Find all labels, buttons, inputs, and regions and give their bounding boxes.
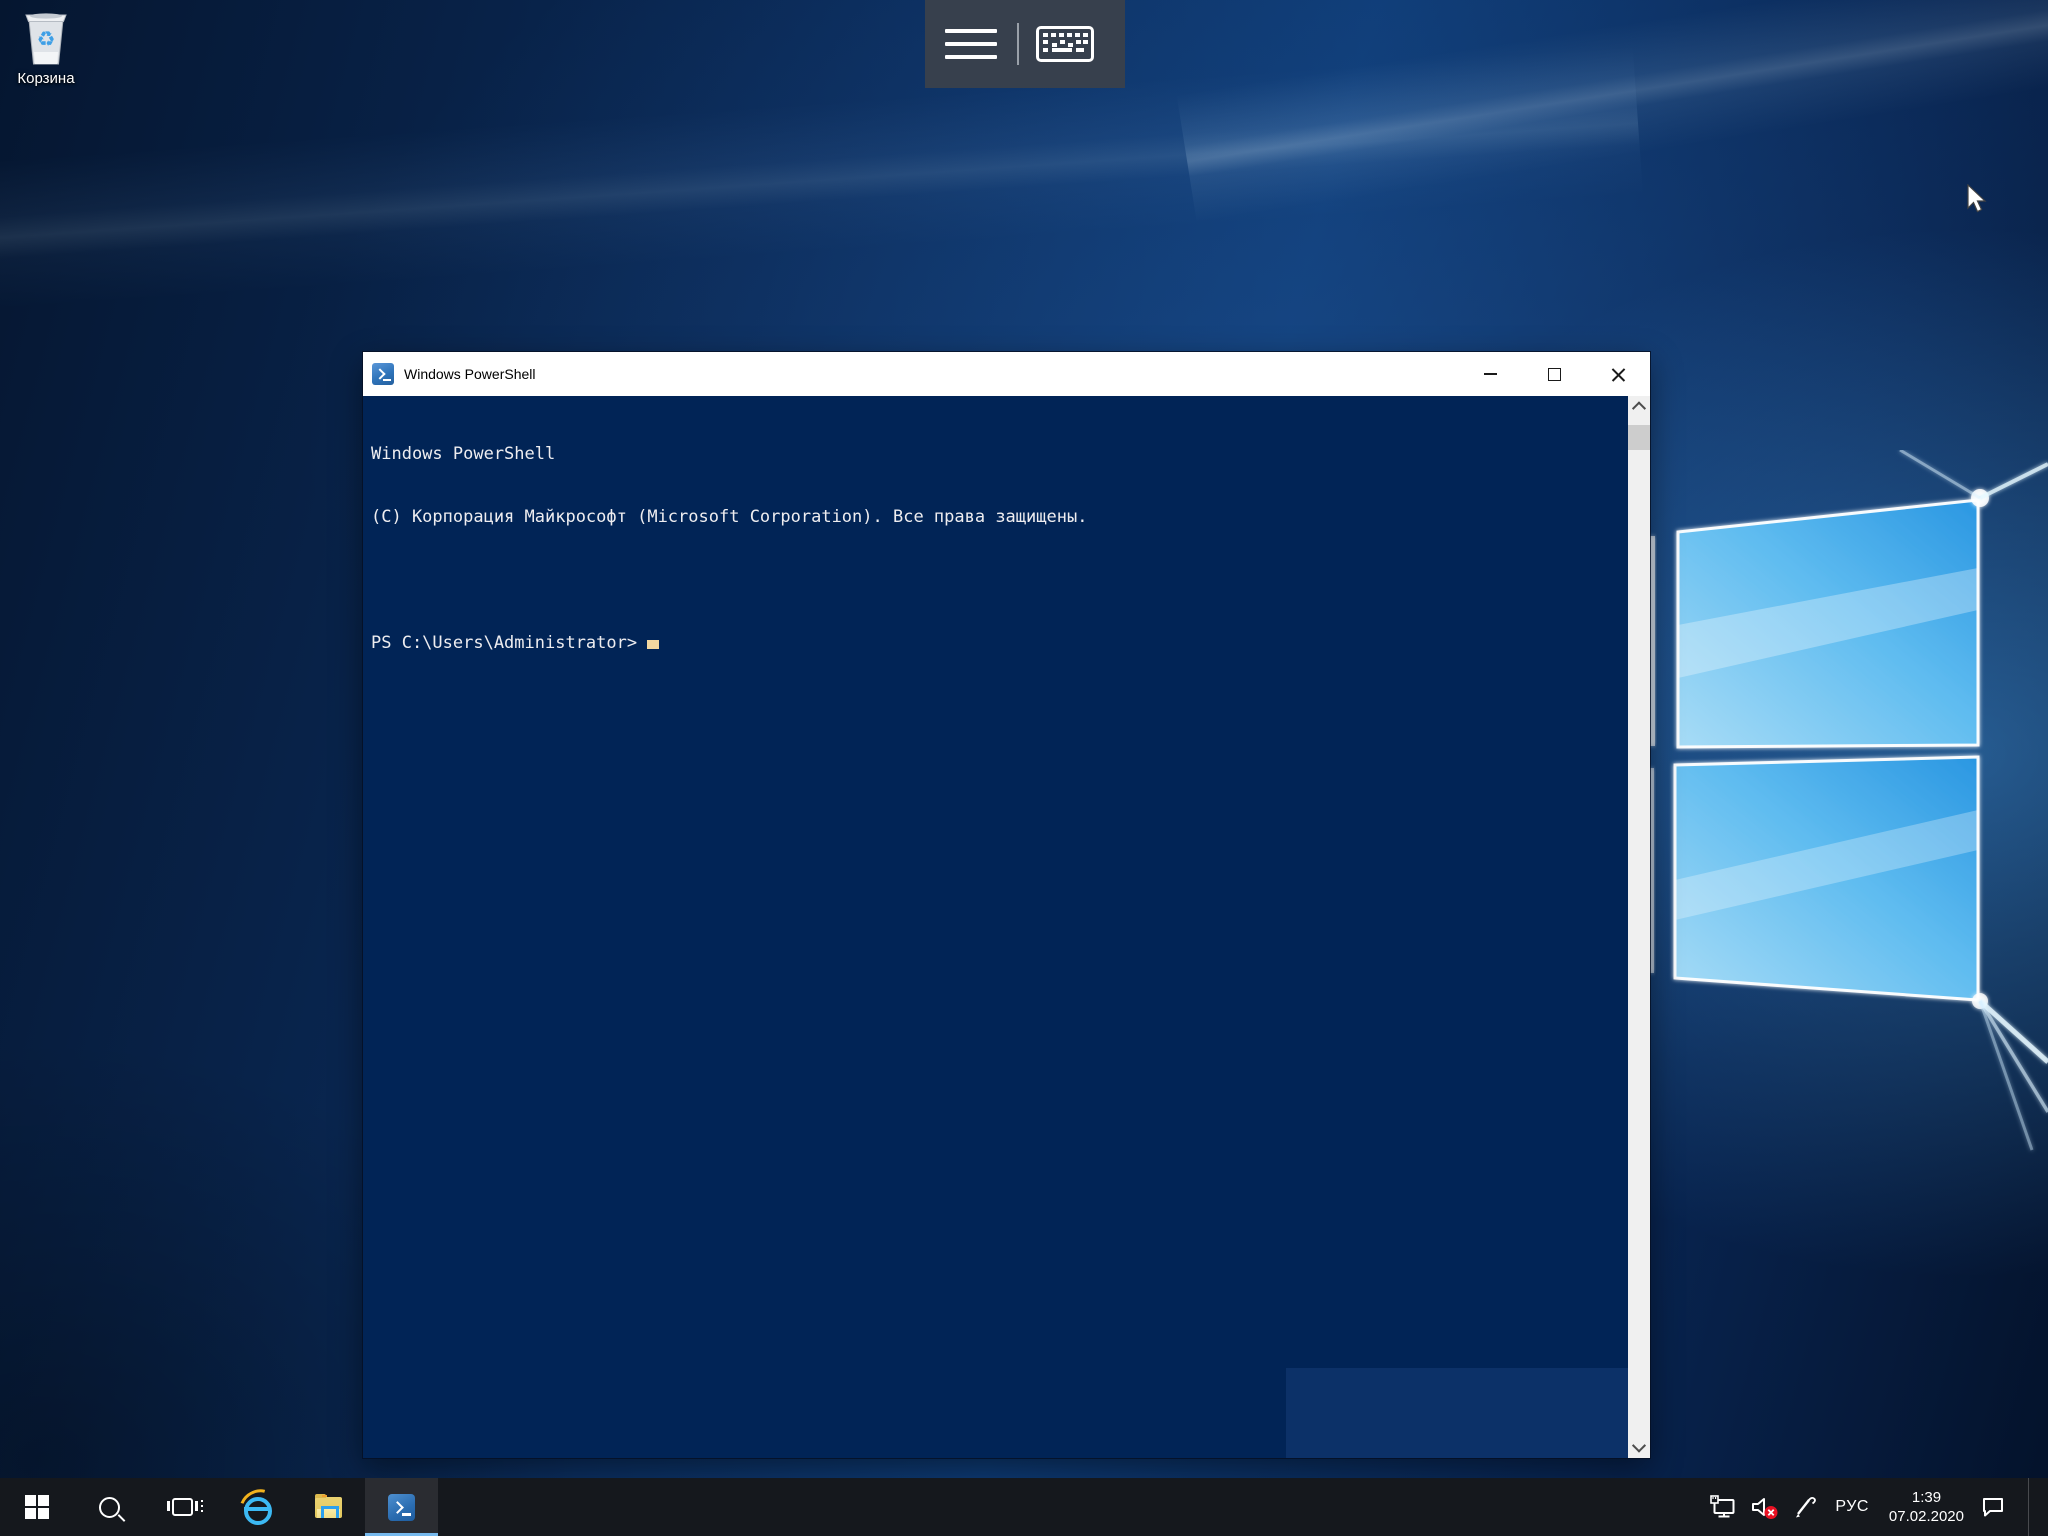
close-button[interactable] — [1586, 352, 1650, 396]
vm-keyboard-button[interactable] — [1019, 0, 1111, 88]
clock-time: 1:39 — [1889, 1488, 1964, 1507]
pen-tray-button[interactable] — [1786, 1478, 1825, 1536]
console-line: (C) Корпорация Майкрософт (Microsoft Cor… — [371, 507, 1650, 528]
scrollbar-up-button[interactable] — [1628, 396, 1650, 418]
show-desktop-button[interactable] — [2028, 1478, 2036, 1536]
action-center-button[interactable] — [1974, 1478, 2014, 1536]
close-icon — [1611, 367, 1626, 382]
recycle-bin-label: Корзина — [8, 70, 84, 87]
mouse-cursor — [1966, 184, 1990, 216]
desktop-wallpaper: ♻ Корзина Windows PowerShell Windows Pow… — [0, 0, 2048, 1536]
taskbar-powershell[interactable] — [365, 1478, 438, 1536]
console-scrollbar[interactable] — [1628, 396, 1650, 1458]
window-titlebar[interactable]: Windows PowerShell — [363, 352, 1650, 396]
chevron-down-icon — [1632, 1439, 1646, 1453]
keyboard-icon — [1036, 26, 1094, 62]
windows-logo-icon — [25, 1495, 49, 1519]
hamburger-menu-icon — [945, 29, 997, 59]
volume-muted-icon — [1751, 1495, 1779, 1520]
minimize-icon — [1484, 373, 1497, 375]
file-explorer-icon — [315, 1497, 342, 1518]
clock-date: 07.02.2020 — [1889, 1507, 1964, 1526]
console-output[interactable]: Windows PowerShell (C) Корпорация Майкро… — [363, 396, 1650, 1458]
start-button[interactable] — [0, 1478, 73, 1536]
console-highlight-region — [1286, 1368, 1628, 1458]
powershell-icon — [372, 363, 394, 385]
window-title: Windows PowerShell — [404, 366, 536, 382]
language-indicator[interactable]: РУС — [1825, 1478, 1879, 1536]
vm-console-toolbar — [925, 0, 1125, 88]
wallpaper-windows-logo — [1600, 450, 2048, 1200]
maximize-icon — [1548, 368, 1561, 381]
system-tray: РУС 1:39 07.02.2020 — [1703, 1478, 2048, 1536]
internet-explorer-icon — [241, 1492, 271, 1522]
network-icon — [1710, 1495, 1737, 1519]
console-line: Windows PowerShell — [371, 444, 1650, 465]
taskbar-search-button[interactable] — [73, 1478, 146, 1536]
network-tray-button[interactable] — [1703, 1478, 1744, 1536]
window-controls — [1458, 352, 1650, 396]
minimize-button[interactable] — [1458, 352, 1522, 396]
chevron-up-icon — [1632, 401, 1646, 415]
volume-tray-button[interactable] — [1744, 1478, 1786, 1536]
powershell-icon — [388, 1494, 415, 1521]
powershell-window: Windows PowerShell Windows PowerShell (C… — [363, 352, 1650, 1458]
task-view-icon — [172, 1498, 193, 1516]
prompt-text: PS C:\Users\Administrator> — [371, 633, 637, 653]
search-icon — [99, 1497, 120, 1518]
console-line — [371, 570, 1650, 591]
console-cursor — [647, 640, 659, 649]
svg-text:♻: ♻ — [37, 27, 56, 51]
scrollbar-thumb[interactable] — [1628, 425, 1650, 450]
clock[interactable]: 1:39 07.02.2020 — [1879, 1478, 1974, 1536]
action-center-icon — [1981, 1496, 2007, 1519]
desktop-icon-recycle-bin[interactable]: ♻ Корзина — [8, 6, 84, 87]
pen-icon — [1793, 1495, 1818, 1519]
maximize-button[interactable] — [1522, 352, 1586, 396]
taskbar: РУС 1:39 07.02.2020 — [0, 1478, 2048, 1536]
taskbar-internet-explorer[interactable] — [219, 1478, 292, 1536]
scrollbar-down-button[interactable] — [1628, 1436, 1650, 1458]
console-prompt-line: PS C:\Users\Administrator> — [371, 633, 1650, 654]
vm-menu-button[interactable] — [925, 0, 1017, 88]
recycle-bin-icon: ♻ — [20, 6, 72, 68]
taskbar-file-explorer[interactable] — [292, 1478, 365, 1536]
task-view-button[interactable] — [146, 1478, 219, 1536]
